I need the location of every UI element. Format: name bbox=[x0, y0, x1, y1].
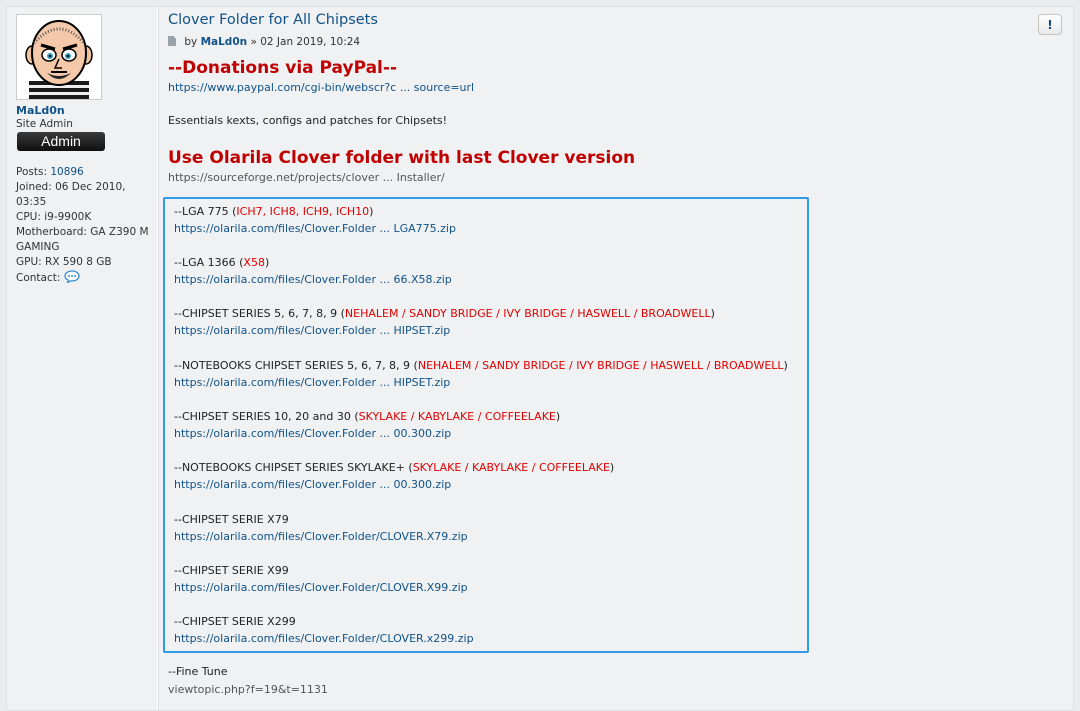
post-author-line: by MaLd0n » 02 Jan 2019, 10:24 bbox=[168, 36, 360, 48]
list-item: --CHIPSET SERIES 10, 20 and 30 (SKYLAKE … bbox=[174, 410, 561, 440]
rank-badge: Admin bbox=[17, 132, 105, 151]
download-link[interactable]: https://olarila.com/files/Clover.Folder/… bbox=[174, 530, 468, 543]
download-link[interactable]: https://olarila.com/files/Clover.Folder … bbox=[174, 273, 452, 286]
list-item: --LGA 1366 (X58) https://olarila.com/fil… bbox=[174, 256, 452, 286]
profile-stats: Posts: 10896 Joined: 06 Dec 2010, 03:35 … bbox=[16, 165, 156, 286]
download-link[interactable]: https://olarila.com/files/Clover.Folder … bbox=[174, 222, 456, 235]
list-item: --NOTEBOOKS CHIPSET SERIES 5, 6, 7, 8, 9… bbox=[174, 359, 788, 389]
chipset-links-box: --LGA 775 (ICH7, ICH8, ICH9, ICH10) http… bbox=[163, 197, 809, 653]
fine-tune-link[interactable]: viewtopic.php?f=19&t=1131 bbox=[168, 683, 328, 696]
username-link[interactable]: MaLd0n bbox=[16, 104, 65, 117]
contact-label: Contact: bbox=[16, 272, 61, 284]
joined-stat: Joined: 06 Dec 2010, 03:35 bbox=[16, 181, 126, 208]
cpu-stat: CPU: i9-9900K bbox=[16, 211, 92, 223]
fine-tune-label: --Fine Tune bbox=[168, 665, 228, 678]
avatar[interactable] bbox=[16, 14, 102, 100]
list-item: --CHIPSET SERIES 5, 6, 7, 8, 9 (NEHALEM … bbox=[174, 307, 715, 337]
list-item: --CHIPSET SERIE X99 https://olarila.com/… bbox=[174, 564, 468, 594]
list-item: --CHIPSET SERIE X79 https://olarila.com/… bbox=[174, 513, 468, 543]
post-title-link[interactable]: Clover Folder for All Chipsets bbox=[168, 12, 378, 28]
clover-link[interactable]: https://sourceforge.net/projects/clover … bbox=[168, 171, 445, 184]
download-link[interactable]: https://olarila.com/files/Clover.Folder … bbox=[174, 376, 788, 389]
list-item: --LGA 775 (ICH7, ICH8, ICH9, ICH10) http… bbox=[174, 205, 456, 235]
post-profile: MaLd0n Site Admin Admin Posts: 10896 Joi… bbox=[7, 7, 158, 710]
posts-stat: Posts: 10896 bbox=[16, 165, 156, 180]
intro-text: Essentials kexts, configs and patches fo… bbox=[168, 114, 448, 127]
posts-count-link[interactable]: 10896 bbox=[50, 166, 83, 178]
gpu-stat: GPU: RX 590 8 GB bbox=[16, 256, 112, 268]
rank-title: Site Admin bbox=[16, 118, 73, 130]
donations-link[interactable]: https://www.paypal.com/cgi-bin/webscr?c … bbox=[168, 81, 474, 94]
download-link[interactable]: https://olarila.com/files/Clover.Folder … bbox=[174, 478, 614, 491]
posts-label: Posts: bbox=[16, 166, 47, 178]
avatar-image bbox=[17, 15, 101, 99]
list-item: --CHIPSET SERIE X299 https://olarila.com… bbox=[174, 615, 474, 645]
list-item: --NOTEBOOKS CHIPSET SERIES SKYLAKE+ (SKY… bbox=[174, 461, 615, 491]
post-content: Clover Folder for All Chipsets ! by MaLd… bbox=[163, 7, 1073, 710]
report-button[interactable]: ! bbox=[1038, 14, 1062, 35]
post-icon bbox=[168, 36, 176, 46]
contact-stat: Contact: bbox=[16, 270, 156, 286]
download-link[interactable]: https://olarila.com/files/Clover.Folder … bbox=[174, 324, 715, 337]
download-link[interactable]: https://olarila.com/files/Clover.Folder/… bbox=[174, 632, 474, 645]
by-label: by bbox=[184, 36, 198, 48]
speech-bubble-icon[interactable] bbox=[64, 270, 80, 284]
clover-heading: Use Olarila Clover folder with last Clov… bbox=[168, 148, 636, 168]
download-link[interactable]: https://olarila.com/files/Clover.Folder/… bbox=[174, 581, 468, 594]
post-date: » 02 Jan 2019, 10:24 bbox=[250, 36, 361, 48]
motherboard-stat: Motherboard: GA Z390 M GAMING bbox=[16, 226, 149, 253]
forum-post: MaLd0n Site Admin Admin Posts: 10896 Joi… bbox=[6, 6, 1074, 711]
author-link[interactable]: MaLd0n bbox=[201, 36, 248, 48]
download-link[interactable]: https://olarila.com/files/Clover.Folder … bbox=[174, 427, 560, 440]
donations-heading: --Donations via PayPal-- bbox=[168, 58, 397, 78]
